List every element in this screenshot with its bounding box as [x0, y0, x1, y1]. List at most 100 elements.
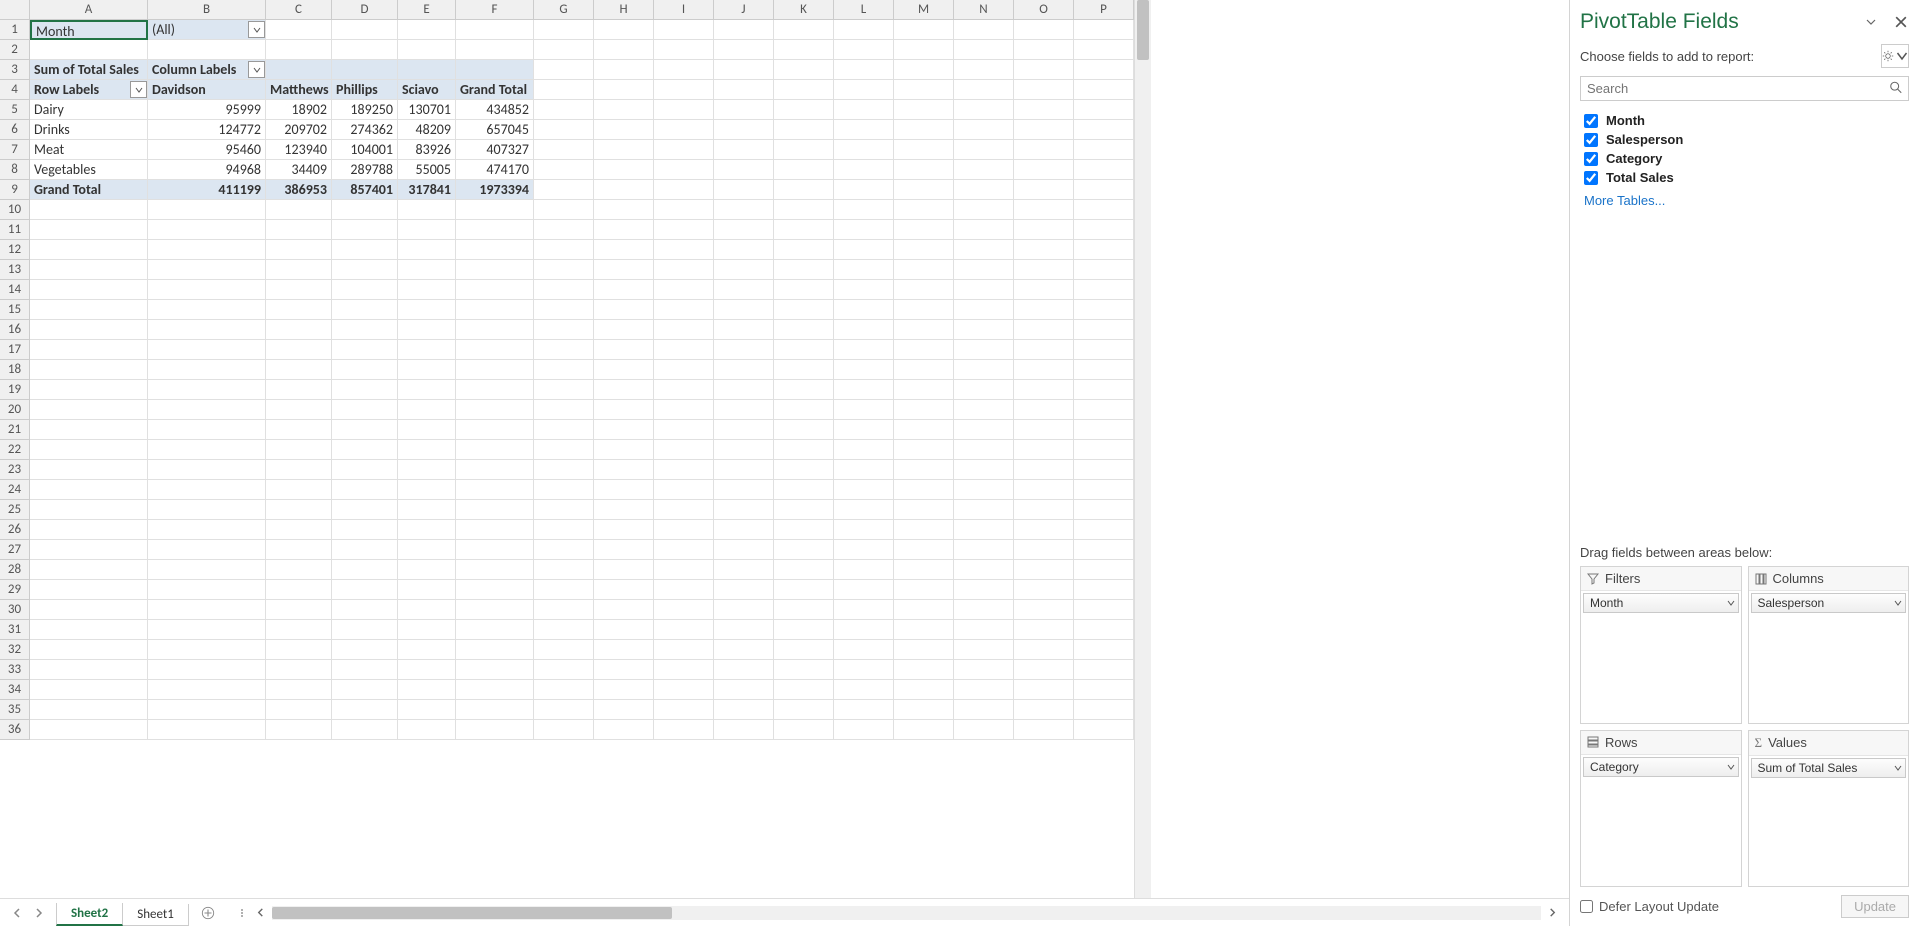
field-checkbox[interactable]: [1584, 152, 1598, 166]
cell[interactable]: [1014, 260, 1074, 280]
cell[interactable]: [714, 80, 774, 100]
cell[interactable]: [834, 300, 894, 320]
cell[interactable]: [332, 60, 398, 80]
cell[interactable]: [654, 280, 714, 300]
cell[interactable]: [834, 420, 894, 440]
cell[interactable]: [456, 320, 534, 340]
cell[interactable]: [1014, 560, 1074, 580]
cell[interactable]: [266, 460, 332, 480]
cell[interactable]: [834, 260, 894, 280]
cell[interactable]: [266, 680, 332, 700]
cell[interactable]: [654, 420, 714, 440]
cell[interactable]: [894, 520, 954, 540]
col-header-J[interactable]: J: [714, 0, 774, 20]
row-header-30[interactable]: 30: [0, 600, 30, 620]
cell[interactable]: [714, 340, 774, 360]
cell[interactable]: [1014, 660, 1074, 680]
cell[interactable]: [534, 260, 594, 280]
cell[interactable]: [534, 360, 594, 380]
cell[interactable]: [714, 140, 774, 160]
cell[interactable]: [332, 680, 398, 700]
select-all-corner[interactable]: [0, 0, 30, 20]
cell[interactable]: [1014, 60, 1074, 80]
cell[interactable]: [534, 720, 594, 740]
cell[interactable]: [456, 660, 534, 680]
row-header-25[interactable]: 25: [0, 500, 30, 520]
cell[interactable]: [954, 220, 1014, 240]
row-header-16[interactable]: 16: [0, 320, 30, 340]
cell[interactable]: 130701: [398, 100, 456, 120]
cell[interactable]: [834, 620, 894, 640]
cell[interactable]: [1074, 480, 1134, 500]
cell[interactable]: [714, 540, 774, 560]
col-header-D[interactable]: D: [332, 0, 398, 20]
cell[interactable]: [894, 460, 954, 480]
cell[interactable]: [954, 140, 1014, 160]
cell[interactable]: [774, 260, 834, 280]
cell[interactable]: [774, 560, 834, 580]
cell[interactable]: [1074, 560, 1134, 580]
update-button[interactable]: Update: [1841, 895, 1909, 918]
cell[interactable]: [1014, 700, 1074, 720]
cell[interactable]: [774, 440, 834, 460]
cell[interactable]: [332, 320, 398, 340]
row-header-24[interactable]: 24: [0, 480, 30, 500]
cell[interactable]: [894, 120, 954, 140]
cell[interactable]: [332, 720, 398, 740]
cell[interactable]: [714, 600, 774, 620]
cell[interactable]: [594, 700, 654, 720]
cell[interactable]: [30, 40, 148, 60]
cell[interactable]: [266, 380, 332, 400]
cell[interactable]: [266, 200, 332, 220]
field-checkbox[interactable]: [1584, 114, 1598, 128]
cell[interactable]: [1014, 500, 1074, 520]
cell[interactable]: [456, 20, 534, 40]
cell[interactable]: [594, 40, 654, 60]
cell[interactable]: [654, 180, 714, 200]
cell[interactable]: [594, 280, 654, 300]
cell[interactable]: [148, 580, 266, 600]
field-item-salesperson[interactable]: Salesperson: [1580, 130, 1909, 149]
cell[interactable]: [954, 500, 1014, 520]
cell[interactable]: [894, 80, 954, 100]
cell[interactable]: [1014, 520, 1074, 540]
cell[interactable]: [534, 220, 594, 240]
cell[interactable]: [954, 100, 1014, 120]
cell[interactable]: [654, 100, 714, 120]
cell[interactable]: [148, 720, 266, 740]
cell[interactable]: [398, 440, 456, 460]
cell[interactable]: [654, 380, 714, 400]
cell[interactable]: [332, 220, 398, 240]
cell[interactable]: [954, 20, 1014, 40]
cell[interactable]: [894, 620, 954, 640]
cell[interactable]: [266, 280, 332, 300]
cell[interactable]: [654, 120, 714, 140]
cell[interactable]: [834, 240, 894, 260]
cell[interactable]: [834, 500, 894, 520]
cell[interactable]: 1973394: [456, 180, 534, 200]
col-header-F[interactable]: F: [456, 0, 534, 20]
cell[interactable]: [534, 200, 594, 220]
cell[interactable]: [456, 360, 534, 380]
filter-month-dropdown[interactable]: [248, 21, 265, 38]
cell[interactable]: [30, 620, 148, 640]
cell[interactable]: [654, 520, 714, 540]
cell[interactable]: [1014, 380, 1074, 400]
cell[interactable]: [774, 620, 834, 640]
cell[interactable]: [332, 620, 398, 640]
cell[interactable]: [714, 120, 774, 140]
cell[interactable]: [714, 40, 774, 60]
cell[interactable]: [398, 600, 456, 620]
cell[interactable]: [594, 600, 654, 620]
cell[interactable]: [894, 260, 954, 280]
cell[interactable]: 123940: [266, 140, 332, 160]
cell[interactable]: [534, 460, 594, 480]
row-header-7[interactable]: 7: [0, 140, 30, 160]
columns-pill-salesperson[interactable]: Salesperson: [1751, 593, 1907, 613]
cell[interactable]: [30, 200, 148, 220]
cell[interactable]: [594, 580, 654, 600]
cell[interactable]: [894, 540, 954, 560]
cell[interactable]: [534, 80, 594, 100]
cell[interactable]: [30, 460, 148, 480]
cell[interactable]: [534, 700, 594, 720]
